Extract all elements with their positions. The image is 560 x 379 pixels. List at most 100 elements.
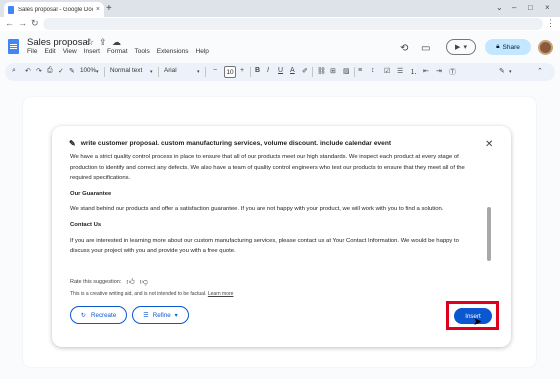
refresh-icon: ↻ xyxy=(80,311,87,319)
underline-icon[interactable]: U xyxy=(278,67,283,74)
cloud-status-icon[interactable]: ☁ xyxy=(112,37,121,48)
prompt-row: ✎ write customer proposal. custom manufa… xyxy=(69,139,391,148)
menu-file[interactable]: File xyxy=(27,48,37,55)
insert-image-icon[interactable]: ▨ xyxy=(343,67,350,75)
new-tab-button[interactable]: + xyxy=(106,3,112,14)
recreate-label: Recreate xyxy=(91,311,117,319)
menu-insert[interactable]: Insert xyxy=(84,48,100,55)
divider xyxy=(312,67,313,77)
divider xyxy=(158,67,159,77)
increase-indent-icon[interactable]: ⇥ xyxy=(436,67,442,75)
paragraph: We have a strict quality control process… xyxy=(70,154,465,182)
learn-more-link[interactable]: Learn more xyxy=(208,291,234,297)
zoom-select[interactable]: 100% xyxy=(80,67,96,74)
address-bar[interactable] xyxy=(43,18,543,30)
bold-icon[interactable]: B xyxy=(255,67,260,74)
text-color-icon[interactable]: A xyxy=(290,67,295,74)
menu-help[interactable]: Help xyxy=(196,48,209,55)
increase-font-size-icon[interactable]: + xyxy=(240,67,244,74)
paint-format-icon[interactable]: ✎ xyxy=(69,67,75,75)
comments-icon[interactable]: ▭ xyxy=(421,43,430,54)
checklist-icon[interactable]: ☑ xyxy=(384,67,390,75)
paragraph: If you are interested in learning more a… xyxy=(70,237,459,255)
minimize-button[interactable]: – xyxy=(512,3,516,12)
refine-label: Refine xyxy=(152,311,171,319)
suggestion-content: We have a strict quality control process… xyxy=(70,152,472,286)
line-spacing-icon[interactable]: ↕ xyxy=(371,67,375,74)
rate-label: Rate this suggestion: xyxy=(70,279,122,285)
align-icon[interactable]: ≡ xyxy=(358,67,362,74)
chevron-down-icon: ▾ xyxy=(174,311,178,319)
share-label: Share xyxy=(502,43,520,51)
search-menus-icon[interactable]: ⌕ xyxy=(12,67,16,75)
undo-icon[interactable]: ↶ xyxy=(25,67,31,75)
spellcheck-icon[interactable]: ✓ xyxy=(58,67,64,75)
chevron-down-icon: ▾ xyxy=(463,44,467,51)
editing-mode-icon[interactable]: ✎ xyxy=(499,67,505,75)
divider xyxy=(104,67,105,77)
decrease-indent-icon[interactable]: ⇤ xyxy=(423,67,429,75)
forward-icon[interactable]: → xyxy=(18,18,27,28)
reload-icon[interactable]: ↻ xyxy=(31,18,39,29)
divider xyxy=(250,67,251,77)
tab-title: Sales proposal - Google Docs xyxy=(18,6,93,13)
bulleted-list-icon[interactable]: ☰ xyxy=(397,67,403,75)
print-icon[interactable]: ⎙ xyxy=(47,67,53,75)
close-icon[interactable]: ✕ xyxy=(485,139,493,150)
numbered-list-icon[interactable]: ⒈ xyxy=(410,67,417,77)
lock-icon: 🔒︎ xyxy=(496,43,500,50)
thumbs-up-icon[interactable]: 👍︎ xyxy=(126,277,134,287)
menu-tools[interactable]: Tools xyxy=(135,48,150,55)
font-size-input[interactable]: 10 xyxy=(224,66,236,78)
menu-edit[interactable]: Edit xyxy=(44,48,55,55)
window-close-button[interactable]: × xyxy=(545,3,550,12)
document-title[interactable]: Sales proposal xyxy=(27,37,90,48)
back-icon[interactable]: ← xyxy=(5,18,14,28)
maximize-button[interactable]: □ xyxy=(528,3,533,12)
help-me-write-panel: ✎ write customer proposal. custom manufa… xyxy=(52,126,511,347)
formatting-toolbar: ⌕ ↶ ↷ ⎙ ✓ ✎ 100% ▾ Normal text ▾ Arial ▾… xyxy=(5,63,555,81)
menu-view[interactable]: View xyxy=(63,48,77,55)
video-camera-icon: ▶ xyxy=(455,44,461,51)
recreate-button[interactable]: ↻ Recreate xyxy=(70,306,127,324)
refine-lines-icon: ☰ xyxy=(143,311,149,319)
browser-tab[interactable]: Sales proposal - Google Docs × xyxy=(4,2,104,17)
thumbs-down-icon[interactable]: 👎︎ xyxy=(140,277,148,287)
hide-menus-icon[interactable]: ⌃ xyxy=(537,67,543,75)
docs-logo-icon[interactable] xyxy=(8,39,19,54)
docs-favicon-icon xyxy=(8,5,14,14)
version-history-icon[interactable]: ⟲ xyxy=(400,43,408,54)
menu-format[interactable]: Format xyxy=(107,48,128,55)
menu-extensions[interactable]: Extensions xyxy=(157,48,189,55)
meet-button[interactable]: ▶ ▾ xyxy=(446,39,476,55)
browser-menu-icon[interactable]: ⋮ xyxy=(546,18,555,29)
share-button[interactable]: 🔒︎ Share xyxy=(485,39,531,55)
menu-bar: File Edit View Insert Format Tools Exten… xyxy=(27,48,209,55)
refine-button[interactable]: ☰ Refine ▾ xyxy=(132,306,189,324)
tab-search-icon[interactable]: ⌄ xyxy=(496,3,503,12)
clear-formatting-icon[interactable]: Ⓣ xyxy=(449,67,456,77)
style-chevron-icon: ▾ xyxy=(150,69,153,75)
scrollbar[interactable] xyxy=(487,207,491,261)
star-icon[interactable]: ☆ xyxy=(86,37,94,48)
add-comment-icon[interactable]: ⊞ xyxy=(330,67,336,75)
move-folder-icon[interactable]: ⇪ xyxy=(99,37,107,48)
font-select[interactable]: Arial xyxy=(164,67,177,74)
zoom-chevron-icon: ▾ xyxy=(96,69,99,75)
rate-row: Rate this suggestion: 👍︎ 👎︎ xyxy=(70,277,148,287)
redo-icon[interactable]: ↷ xyxy=(36,67,42,75)
mouse-pointer-icon: ➤ xyxy=(473,316,483,328)
section-heading: Our Guarantee xyxy=(70,190,112,197)
disclaimer: This is a creative writing aid, and is n… xyxy=(70,291,233,297)
divider xyxy=(205,67,206,77)
tab-close-icon[interactable]: × xyxy=(96,6,100,13)
prompt-text: write customer proposal. custom manufact… xyxy=(80,140,392,147)
link-icon[interactable]: ⛓︎ xyxy=(317,67,326,75)
avatar[interactable] xyxy=(538,40,553,55)
style-select[interactable]: Normal text xyxy=(110,67,142,74)
highlight-icon[interactable]: ✐ xyxy=(302,67,308,75)
mode-chevron-icon: ▾ xyxy=(509,69,512,75)
decrease-font-size-icon[interactable]: − xyxy=(213,67,217,74)
browser-tab-strip: Sales proposal - Google Docs × + ⌄ – □ × xyxy=(0,0,560,17)
italic-icon[interactable]: I xyxy=(267,67,269,74)
